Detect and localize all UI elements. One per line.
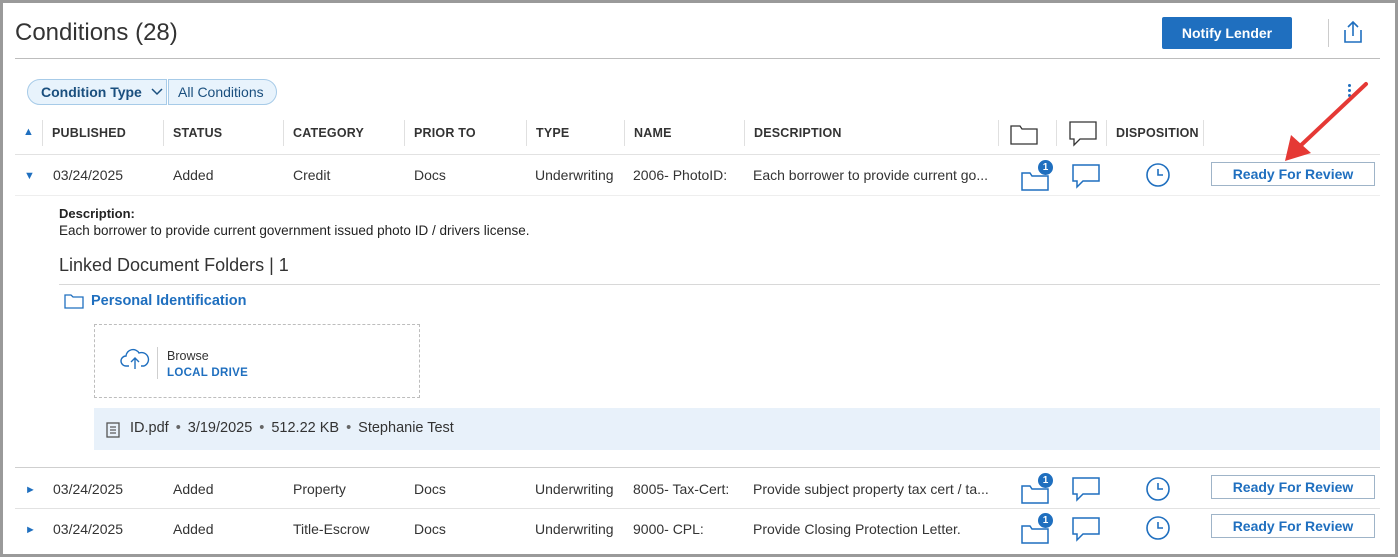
ready-for-review-button[interactable]: Ready For Review bbox=[1211, 514, 1375, 538]
linked-folders-divider bbox=[59, 284, 1380, 285]
row-description: Provide Closing Protection Letter. bbox=[753, 521, 961, 537]
header-divider bbox=[1328, 19, 1329, 47]
folder-link-personal-identification[interactable]: Personal Identification bbox=[91, 293, 247, 309]
row-prior-to: Docs bbox=[414, 521, 446, 537]
collapse-row-icon[interactable]: ▼ bbox=[24, 170, 35, 182]
file-size: 512.22 KB bbox=[271, 420, 340, 436]
description-text: Each borrower to provide current governm… bbox=[59, 223, 530, 238]
row-category: Property bbox=[293, 481, 346, 497]
cloud-upload-icon bbox=[120, 347, 150, 376]
comment-column-icon bbox=[1069, 121, 1097, 152]
row-status: Added bbox=[173, 481, 214, 497]
all-conditions-filter[interactable]: All Conditions bbox=[168, 79, 277, 105]
clock-icon[interactable] bbox=[1145, 515, 1171, 546]
folder-column-icon bbox=[1010, 123, 1038, 150]
column-published[interactable]: PUBLISHED bbox=[52, 126, 126, 140]
file-row[interactable]: ID.pdf • 3/19/2025 • 512.22 KB • Stephan… bbox=[94, 408, 1380, 450]
row-category: Title-Escrow bbox=[293, 521, 370, 537]
description-label: Description: bbox=[59, 206, 135, 221]
ready-for-review-button[interactable]: Ready For Review bbox=[1211, 475, 1375, 499]
upload-separator bbox=[157, 347, 158, 379]
file-meta-separator: • bbox=[259, 420, 265, 436]
row-published: 03/24/2025 bbox=[53, 481, 124, 497]
file-owner: Stephanie Test bbox=[358, 420, 454, 436]
row-status: Added bbox=[173, 167, 214, 183]
row-type: Underwriting bbox=[535, 521, 614, 537]
row-published: 03/24/2025 bbox=[53, 167, 124, 183]
sort-toggle-icon[interactable]: ▲ bbox=[23, 126, 34, 138]
comment-icon[interactable] bbox=[1072, 516, 1100, 547]
column-description[interactable]: DESCRIPTION bbox=[754, 126, 842, 140]
folder-count-badge: 1 bbox=[1038, 513, 1053, 528]
red-arrow bbox=[1285, 82, 1368, 161]
chevron-down-icon bbox=[151, 88, 163, 96]
file-date: 3/19/2025 bbox=[187, 420, 253, 436]
file-name[interactable]: ID.pdf bbox=[130, 420, 169, 436]
comment-icon[interactable] bbox=[1072, 163, 1100, 194]
file-meta-separator: • bbox=[175, 420, 181, 436]
column-type[interactable]: TYPE bbox=[536, 126, 569, 140]
row-category: Credit bbox=[293, 167, 331, 183]
file-meta-separator: • bbox=[346, 420, 352, 436]
clock-icon[interactable] bbox=[1145, 476, 1171, 507]
row-name: 9000- CPL: bbox=[633, 521, 704, 537]
share-icon[interactable] bbox=[1340, 19, 1366, 50]
row-status: Added bbox=[173, 521, 214, 537]
linked-folders-title: Linked Document Folders | 1 bbox=[59, 255, 289, 275]
column-prior-to[interactable]: PRIOR TO bbox=[414, 126, 476, 140]
row-description: Each borrower to provide current go... bbox=[753, 167, 989, 183]
row-prior-to: Docs bbox=[414, 167, 446, 183]
row-published: 03/24/2025 bbox=[53, 521, 124, 537]
conditions-panel: Conditions (28) Notify Lender Condition … bbox=[0, 0, 1398, 557]
column-name[interactable]: NAME bbox=[634, 126, 672, 140]
header-divider-line bbox=[15, 58, 1380, 59]
expand-row-icon[interactable]: ► bbox=[25, 484, 36, 496]
row-name: 2006- PhotoID: bbox=[633, 167, 728, 183]
notify-lender-button[interactable]: Notify Lender bbox=[1162, 17, 1292, 49]
browse-label: Browse bbox=[167, 349, 209, 363]
folder-count-badge: 1 bbox=[1038, 160, 1053, 175]
condition-type-filter[interactable]: Condition Type bbox=[27, 79, 167, 105]
row-type: Underwriting bbox=[535, 167, 614, 183]
row-name: 8005- Tax-Cert: bbox=[633, 481, 730, 497]
row-description: Provide subject property tax cert / ta..… bbox=[753, 481, 989, 497]
document-icon bbox=[106, 422, 120, 438]
page-title: Conditions (28) bbox=[15, 19, 178, 46]
clock-icon[interactable] bbox=[1145, 162, 1171, 193]
folder-icon bbox=[64, 293, 84, 314]
column-disposition[interactable]: DISPOSITION bbox=[1116, 126, 1199, 140]
row-type: Underwriting bbox=[535, 481, 614, 497]
local-drive-link[interactable]: LOCAL DRIVE bbox=[167, 367, 248, 379]
row-prior-to: Docs bbox=[414, 481, 446, 497]
condition-type-label: Condition Type bbox=[41, 84, 142, 100]
column-category[interactable]: CATEGORY bbox=[293, 126, 364, 140]
folder-count-badge: 1 bbox=[1038, 473, 1053, 488]
comment-icon[interactable] bbox=[1072, 476, 1100, 507]
column-status[interactable]: STATUS bbox=[173, 126, 222, 140]
expand-row-icon[interactable]: ► bbox=[25, 524, 36, 536]
